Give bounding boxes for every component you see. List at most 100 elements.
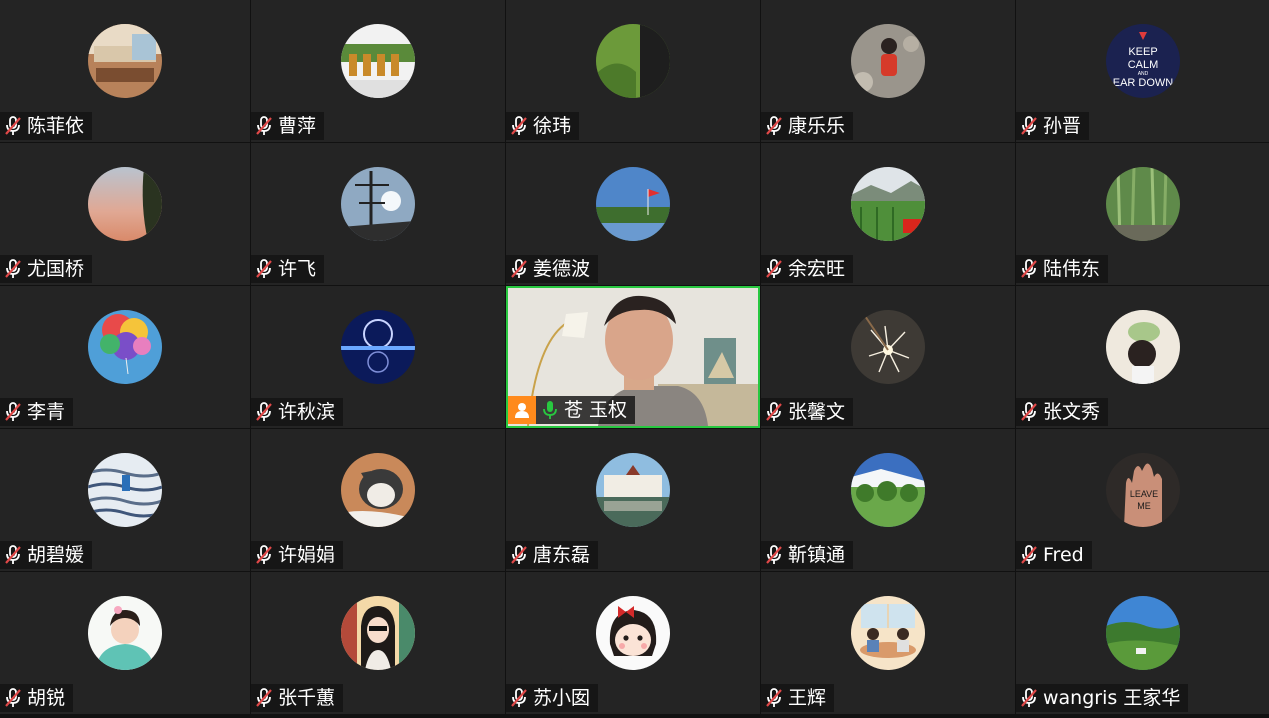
participant-name: 胡碧媛 (27, 544, 85, 566)
avatar (88, 24, 162, 98)
participant-tile[interactable]: 胡锐 (0, 572, 250, 714)
participant-tile[interactable]: 唐东磊 (506, 429, 760, 571)
avatar (341, 310, 415, 384)
muted-mic-icon[interactable] (765, 402, 783, 422)
participant-tile[interactable]: 许飞 (251, 143, 505, 285)
avatar (341, 596, 415, 670)
avatar-text: LEAVE (1129, 489, 1157, 499)
muted-mic-icon[interactable] (4, 688, 22, 708)
muted-mic-icon[interactable] (255, 688, 273, 708)
participant-name: 苍 玉权 (564, 399, 628, 421)
participant-tile[interactable]: wangris 王家华 (1016, 572, 1269, 714)
participant-name: 余宏旺 (788, 258, 846, 280)
avatar (851, 167, 925, 241)
participant-tile[interactable]: 康乐乐 (761, 0, 1015, 142)
participant-tile[interactable]: 曹萍 (251, 0, 505, 142)
nameplate: 苍 玉权 (508, 396, 636, 424)
avatar (88, 167, 162, 241)
avatar: LEAVE ME (1105, 453, 1180, 527)
participant-name: 许秋滨 (278, 401, 336, 423)
nameplate: 尤国桥 (0, 255, 93, 283)
muted-mic-icon[interactable] (765, 545, 783, 565)
nameplate: 陈菲依 (0, 112, 93, 140)
muted-mic-icon[interactable] (255, 545, 273, 565)
participant-tile[interactable]: 陆伟东 (1016, 143, 1269, 285)
muted-mic-icon[interactable] (765, 116, 783, 136)
muted-mic-icon[interactable] (4, 402, 22, 422)
muted-mic-icon[interactable] (255, 402, 273, 422)
avatar (851, 453, 925, 527)
participant-name: 唐东磊 (533, 544, 591, 566)
participant-tile[interactable]: 张馨文 (761, 286, 1015, 428)
participant-name: 姜德波 (533, 258, 591, 280)
nameplate: 余宏旺 (761, 255, 854, 283)
nameplate: wangris 王家华 (1016, 684, 1189, 712)
muted-mic-icon[interactable] (1020, 545, 1038, 565)
person-icon (508, 396, 536, 424)
muted-mic-icon[interactable] (1020, 688, 1038, 708)
avatar (596, 596, 670, 670)
muted-mic-icon[interactable] (510, 116, 528, 136)
participant-name: 许娟娟 (278, 544, 336, 566)
avatar (596, 453, 670, 527)
muted-mic-icon[interactable] (4, 259, 22, 279)
nameplate: 许娟娟 (251, 541, 344, 569)
participant-name: 苏小囡 (533, 687, 591, 709)
participant-tile[interactable]: 许娟娟 (251, 429, 505, 571)
participant-name: 胡锐 (27, 687, 66, 709)
participant-tile[interactable]: KEEP CALM AND EAR DOWN 孙晋 (1016, 0, 1269, 142)
nameplate: 许秋滨 (251, 398, 344, 426)
avatar (1105, 167, 1180, 241)
muted-mic-icon[interactable] (4, 116, 22, 136)
muted-mic-icon[interactable] (765, 259, 783, 279)
avatar (341, 167, 415, 241)
active-mic-icon[interactable] (541, 400, 559, 420)
active-speaker-tile[interactable]: 苍 玉权 (506, 286, 760, 428)
participant-tile[interactable]: 许秋滨 (251, 286, 505, 428)
muted-mic-icon[interactable] (255, 259, 273, 279)
participant-name: 许飞 (278, 258, 317, 280)
muted-mic-icon[interactable] (4, 545, 22, 565)
participant-tile[interactable]: 胡碧媛 (0, 429, 250, 571)
participant-tile[interactable]: 尤国桥 (0, 143, 250, 285)
participant-tile[interactable]: 陈菲依 (0, 0, 250, 142)
muted-mic-icon[interactable] (1020, 116, 1038, 136)
participant-tile[interactable]: 姜德波 (506, 143, 760, 285)
nameplate: 张馨文 (761, 398, 854, 426)
participant-name: 曹萍 (278, 115, 317, 137)
participant-tile[interactable]: 徐玮 (506, 0, 760, 142)
nameplate: 康乐乐 (761, 112, 854, 140)
muted-mic-icon[interactable] (510, 259, 528, 279)
participant-tile[interactable]: LEAVE ME Fred (1016, 429, 1269, 571)
muted-mic-icon[interactable] (1020, 259, 1038, 279)
nameplate: 徐玮 (506, 112, 580, 140)
participant-name: 康乐乐 (788, 115, 846, 137)
avatar (88, 453, 162, 527)
muted-mic-icon[interactable] (510, 545, 528, 565)
avatar (341, 453, 415, 527)
participant-tile[interactable]: 靳镇通 (761, 429, 1015, 571)
participant-tile[interactable]: 余宏旺 (761, 143, 1015, 285)
participant-name: 陈菲依 (27, 115, 85, 137)
nameplate: Fred (1016, 541, 1092, 569)
participant-name: 徐玮 (533, 115, 572, 137)
avatar (341, 24, 415, 98)
nameplate: 许飞 (251, 255, 325, 283)
muted-mic-icon[interactable] (255, 116, 273, 136)
participant-name: 张文秀 (1043, 401, 1101, 423)
avatar-text: EAR DOWN (1112, 77, 1173, 89)
avatar (851, 24, 925, 98)
muted-mic-icon[interactable] (1020, 402, 1038, 422)
participant-tile[interactable]: 张文秀 (1016, 286, 1269, 428)
participant-tile[interactable]: 王辉 (761, 572, 1015, 714)
nameplate: 陆伟东 (1016, 255, 1109, 283)
nameplate: 苏小囡 (506, 684, 599, 712)
nameplate: 姜德波 (506, 255, 599, 283)
participant-tile[interactable]: 李青 (0, 286, 250, 428)
avatar: KEEP CALM AND EAR DOWN (1105, 24, 1180, 98)
participant-tile[interactable]: 张千蕙 (251, 572, 505, 714)
avatar (1105, 310, 1180, 384)
participant-tile[interactable]: 苏小囡 (506, 572, 760, 714)
muted-mic-icon[interactable] (765, 688, 783, 708)
muted-mic-icon[interactable] (510, 688, 528, 708)
